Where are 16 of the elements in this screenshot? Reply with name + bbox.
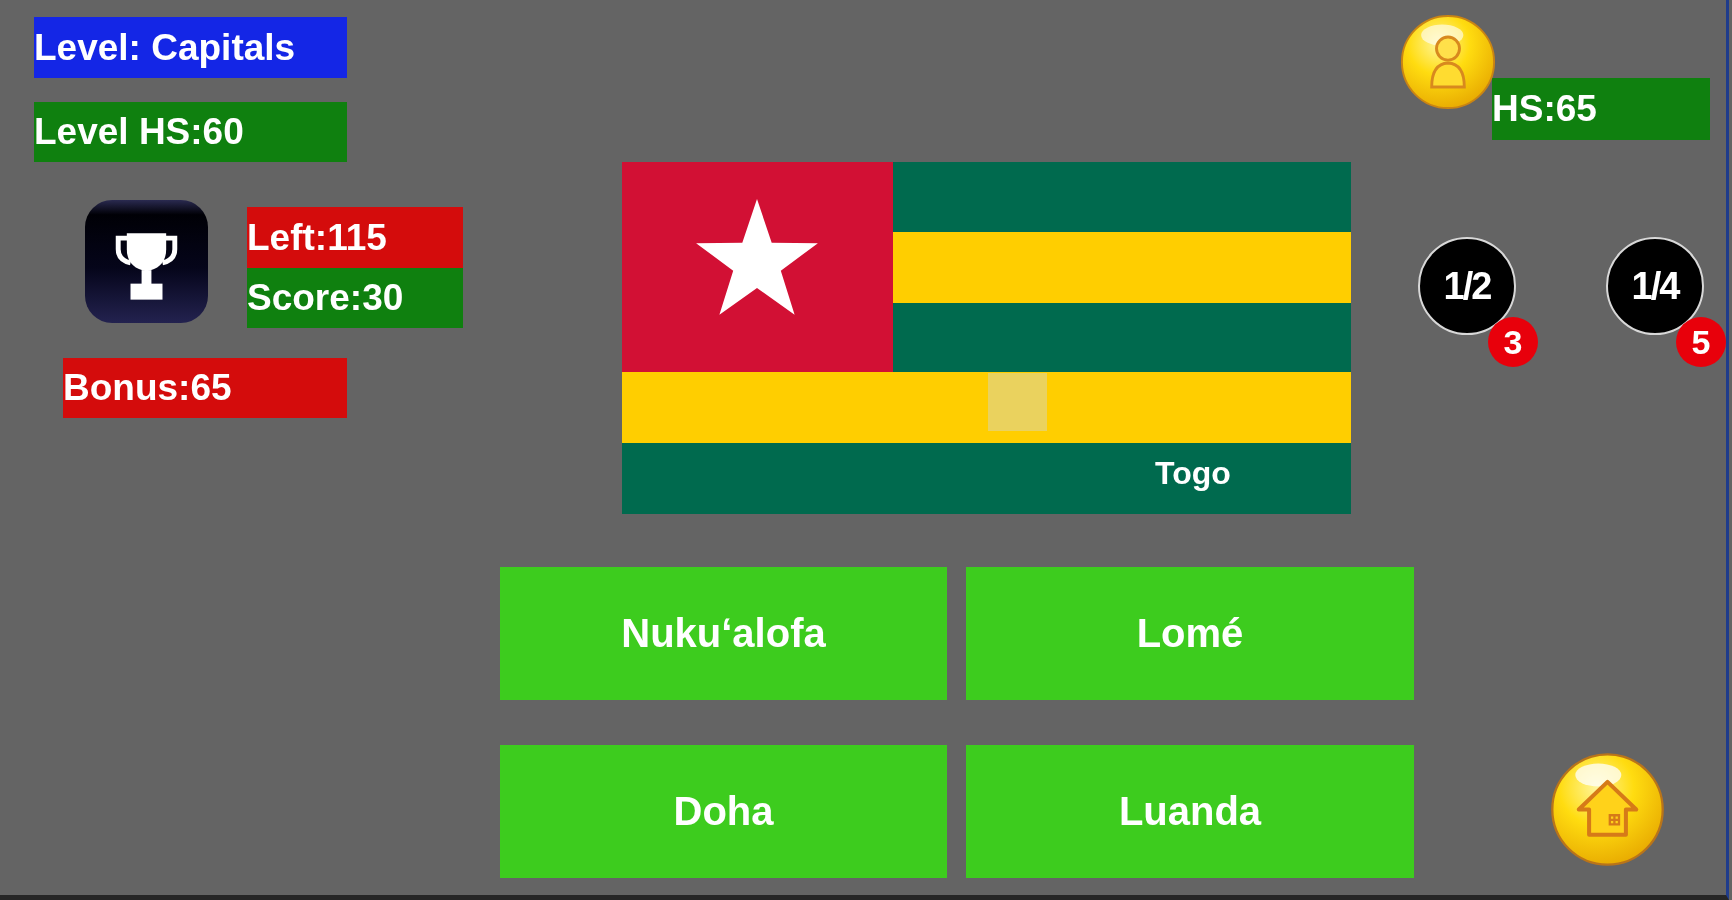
count-badge: 5 [1676, 317, 1726, 367]
score-label: Score:30 [247, 268, 463, 328]
answer-button[interactable]: Nukuʻalofa [500, 567, 947, 700]
user-icon[interactable] [1400, 14, 1496, 110]
highscore-label: HS:65 [1492, 78, 1710, 140]
bonus-label: Bonus:65 [63, 358, 347, 418]
answer-button[interactable]: Doha [500, 745, 947, 878]
count-badge: 3 [1488, 317, 1538, 367]
remaining-label: Left:115 [247, 207, 463, 268]
answer-button[interactable]: Lomé [966, 567, 1414, 700]
trophy-icon[interactable] [85, 200, 208, 323]
answer-button[interactable]: Luanda [966, 745, 1414, 878]
flag-caption: Togo [1155, 454, 1231, 492]
level-label: Level: Capitals [34, 17, 347, 78]
level-highscore-label: Level HS:60 [34, 102, 347, 162]
home-icon[interactable] [1550, 752, 1665, 867]
